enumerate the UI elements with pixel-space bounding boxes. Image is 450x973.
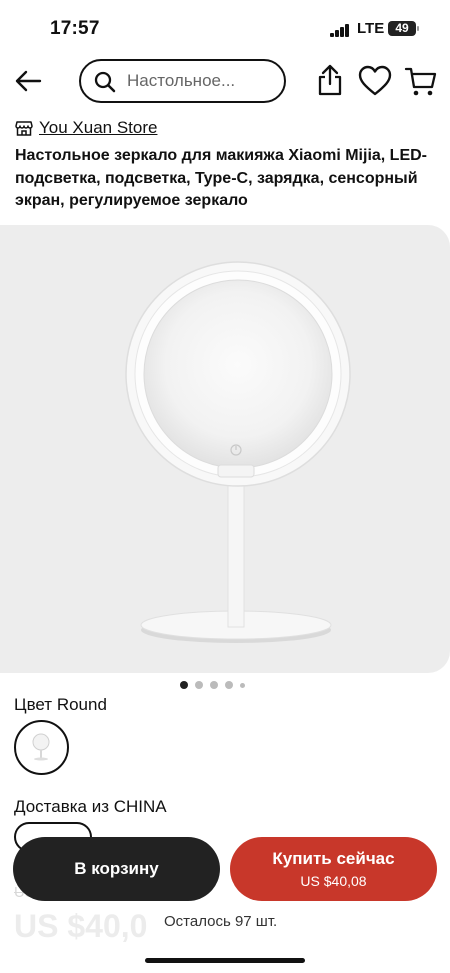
status-bar: 17:57 LTE 49 (0, 0, 450, 56)
network-type: LTE (357, 20, 385, 37)
page-dot-5[interactable] (240, 682, 245, 688)
page-dot-1[interactable] (180, 681, 188, 689)
price-large: US $40,0 (14, 908, 148, 944)
add-to-cart-button[interactable]: В корзину (13, 837, 220, 901)
signal-icon (330, 24, 350, 37)
back-button[interactable] (12, 64, 46, 98)
shipping-label: Доставка из CHINA (14, 797, 167, 816)
buy-now-button[interactable]: Купить сейчас US $40,08 (230, 837, 437, 901)
add-to-cart-label: В корзину (74, 859, 159, 878)
search-icon (94, 71, 116, 93)
battery-icon: 49 (388, 21, 419, 36)
gallery-pagination (180, 680, 245, 690)
store-icon (15, 121, 33, 136)
arrow-left-icon (15, 70, 42, 92)
search-text: Настольное... (127, 71, 236, 90)
home-indicator[interactable] (145, 958, 305, 963)
wishlist-button[interactable] (357, 63, 393, 99)
color-swatch-round[interactable] (14, 720, 69, 775)
store-name[interactable]: You Xuan Store (39, 118, 157, 138)
mirror-thumbnail-icon (32, 733, 50, 761)
status-time: 17:57 (50, 18, 100, 39)
product-image-gallery[interactable] (0, 225, 450, 673)
cart-icon (404, 67, 437, 96)
page-dot-3[interactable] (210, 681, 218, 689)
page-dot-2[interactable] (195, 681, 203, 689)
product-title: Настольное зеркало для макияжа Xiaomi Mi… (15, 147, 427, 209)
top-bar: Настольное... (0, 56, 450, 106)
mirror-product-image (125, 261, 351, 643)
stock-remaining: Осталось 97 шт. (164, 913, 278, 930)
share-icon (318, 64, 342, 96)
search-input[interactable]: Настольное... (79, 59, 286, 103)
buy-now-label: Купить сейчас (272, 849, 395, 868)
page-dot-4[interactable] (225, 681, 233, 689)
color-label: Цвет Round (14, 695, 107, 714)
share-button[interactable] (312, 62, 348, 98)
store-link[interactable]: You Xuan Store (15, 116, 157, 140)
heart-icon (358, 65, 392, 96)
cart-button[interactable] (403, 63, 439, 99)
buy-now-price: US $40,08 (300, 873, 367, 889)
